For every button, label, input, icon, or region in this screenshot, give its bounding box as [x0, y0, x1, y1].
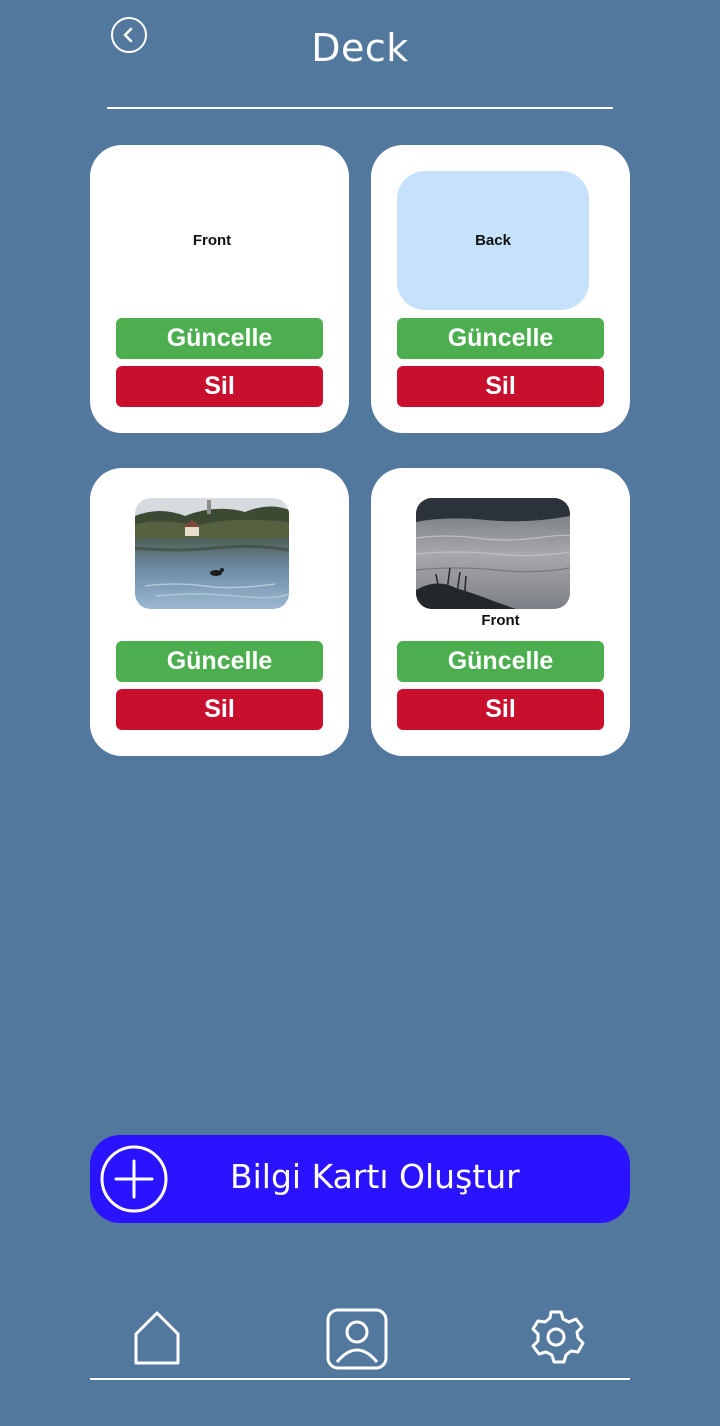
- profile-icon[interactable]: [326, 1308, 388, 1370]
- flashcard[interactable]: Back Güncelle Sil: [371, 145, 630, 433]
- card-face-back: Back: [397, 171, 589, 310]
- card-photo: [416, 498, 570, 609]
- delete-button[interactable]: Sil: [397, 689, 604, 730]
- create-flashcard-button[interactable]: Bilgi Kartı Oluştur: [90, 1135, 630, 1223]
- update-button[interactable]: Güncelle: [116, 318, 323, 359]
- delete-button[interactable]: Sil: [116, 689, 323, 730]
- lake-dusk-photo-image: [416, 498, 570, 609]
- delete-button[interactable]: Sil: [116, 366, 323, 407]
- update-button[interactable]: Güncelle: [397, 641, 604, 682]
- update-button[interactable]: Güncelle: [116, 641, 323, 682]
- flashcard[interactable]: Front Güncelle Sil: [371, 468, 630, 756]
- create-flashcard-label: Bilgi Kartı Oluştur: [230, 1157, 520, 1196]
- card-face-front: Front: [116, 171, 308, 310]
- lake-photo-image: [135, 498, 289, 609]
- card-face-text: Front: [192, 232, 232, 249]
- delete-button[interactable]: Sil: [397, 366, 604, 407]
- card-face-text: Back: [475, 232, 511, 249]
- plus-circle-icon: [100, 1145, 168, 1213]
- flashcard[interactable]: Front Güncelle Sil: [90, 145, 349, 433]
- home-icon[interactable]: [133, 1310, 181, 1366]
- header-divider: [107, 107, 613, 109]
- card-caption: Front: [481, 612, 520, 629]
- flashcard[interactable]: Güncelle Sil: [90, 468, 349, 756]
- nav-divider: [90, 1378, 630, 1380]
- card-photo: [135, 498, 289, 609]
- settings-icon[interactable]: [527, 1308, 585, 1366]
- page-title: Deck: [311, 26, 409, 70]
- update-button[interactable]: Güncelle: [397, 318, 604, 359]
